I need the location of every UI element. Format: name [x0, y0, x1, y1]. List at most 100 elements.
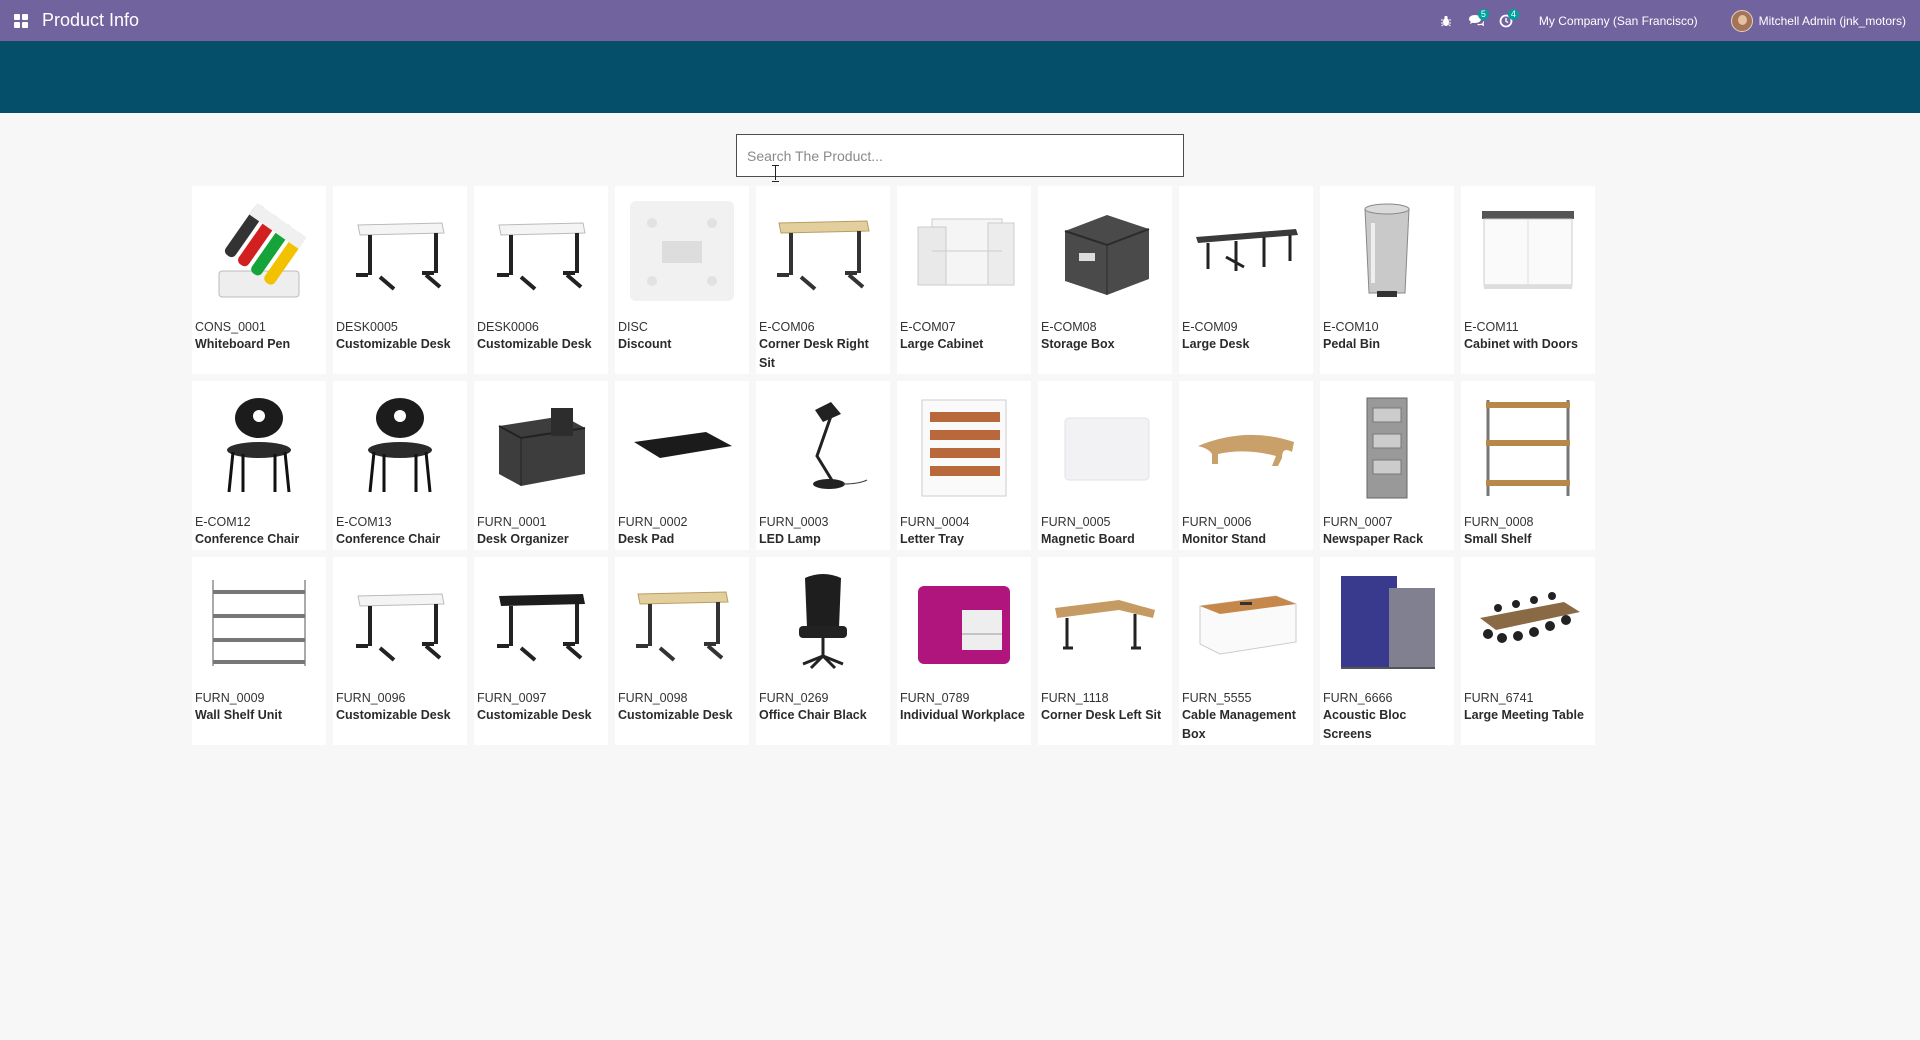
product-name: Office Chair Black [759, 708, 867, 722]
bug-icon[interactable] [1431, 0, 1461, 41]
product-card[interactable]: FURN_6666 Acoustic Bloc Screens [1320, 557, 1454, 745]
product-card[interactable]: FURN_0007 Newspaper Rack [1320, 381, 1454, 550]
product-image [1041, 560, 1169, 684]
systray: 5 4 My Company (San Francisco) Mitchell … [1431, 0, 1920, 41]
product-image [1182, 384, 1310, 508]
product-card[interactable]: DESK0005 Customizable Desk [333, 186, 467, 374]
product-image [1464, 560, 1592, 684]
product-card[interactable]: FURN_0097 Customizable Desk [474, 557, 608, 745]
product-name: Wall Shelf Unit [195, 708, 283, 722]
app-title[interactable]: Product Info [42, 0, 139, 41]
product-card[interactable]: FURN_1118 Corner Desk Left Sit [1038, 557, 1172, 745]
product-code: E-COM12 [195, 515, 251, 529]
product-card[interactable]: E-COM10 Pedal Bin [1320, 186, 1454, 374]
product-image [618, 560, 746, 684]
product-image [1464, 189, 1592, 313]
product-card[interactable]: FURN_0003 LED Lamp [756, 381, 890, 550]
product-name: Customizable Desk [477, 708, 592, 722]
product-card[interactable]: FURN_0009 Wall Shelf Unit [192, 557, 326, 745]
product-image [618, 384, 746, 508]
activities-badge: 4 [1507, 9, 1519, 20]
product-card[interactable]: FURN_0789 Individual Workplace [897, 557, 1031, 745]
product-name: Corner Desk Left Sit [1041, 708, 1162, 722]
company-switcher[interactable]: My Company (San Francisco) [1539, 14, 1698, 28]
user-name: Mitchell Admin (jnk_motors) [1758, 13, 1906, 28]
product-name: Cabinet with Doors [1464, 337, 1578, 351]
product-image [900, 560, 1028, 684]
product-card[interactable]: FURN_5555 Cable Management Box [1179, 557, 1313, 745]
product-name: Large Meeting Table [1464, 708, 1584, 722]
product-card[interactable]: FURN_0008 Small Shelf [1461, 381, 1595, 550]
product-name: Pedal Bin [1323, 337, 1380, 351]
product-row: E-COM12 Conference Chair E-COM13 Conference… [192, 381, 1602, 550]
product-image [195, 189, 323, 313]
text-cursor-icon [772, 165, 780, 182]
user-menu[interactable]: Mitchell Admin (jnk_motors) [1730, 9, 1906, 32]
product-code: FURN_5555 [1182, 691, 1252, 705]
product-code: FURN_0003 [759, 515, 829, 529]
product-code: E-COM06 [759, 320, 815, 334]
product-card[interactable]: FURN_0098 Customizable Desk [615, 557, 749, 745]
product-name: Customizable Desk [336, 337, 451, 351]
product-card[interactable]: FURN_0006 Monitor Stand [1179, 381, 1313, 550]
product-code: FURN_0098 [618, 691, 688, 705]
product-card[interactable]: FURN_0002 Desk Pad [615, 381, 749, 550]
product-code: E-COM08 [1041, 320, 1097, 334]
product-image [195, 384, 323, 508]
product-card[interactable]: FURN_6741 Large Meeting Table [1461, 557, 1595, 745]
product-card[interactable]: E-COM08 Storage Box [1038, 186, 1172, 374]
product-code: FURN_0001 [477, 515, 547, 529]
product-name: Customizable Desk [336, 708, 451, 722]
product-name: Customizable Desk [618, 708, 733, 722]
product-code: DESK0005 [336, 320, 398, 334]
product-code: FURN_0006 [1182, 515, 1252, 529]
clock-icon[interactable]: 4 [1491, 0, 1521, 41]
product-card[interactable]: FURN_0004 Letter Tray [897, 381, 1031, 550]
product-name: Discount [618, 337, 672, 351]
product-card[interactable]: E-COM06 Corner Desk Right Sit [756, 186, 890, 374]
product-card[interactable]: CONS_0001 Whiteboard Pen [192, 186, 326, 374]
product-code: FURN_0009 [195, 691, 265, 705]
product-card[interactable]: E-COM13 Conference Chair [333, 381, 467, 550]
apps-grid-icon[interactable] [0, 0, 42, 41]
product-name: Storage Box [1041, 337, 1115, 351]
product-image [759, 384, 887, 508]
product-image [477, 384, 605, 508]
product-code: FURN_1118 [1041, 691, 1109, 705]
product-image [1041, 189, 1169, 313]
product-image [900, 384, 1028, 508]
product-card[interactable]: FURN_0005 Magnetic Board [1038, 381, 1172, 550]
product-code: FURN_0007 [1323, 515, 1393, 529]
product-card[interactable]: E-COM11 Cabinet with Doors [1461, 186, 1595, 374]
product-name: Large Desk [1182, 337, 1250, 351]
search-input[interactable] [736, 134, 1184, 177]
product-image [1464, 384, 1592, 508]
product-card[interactable]: FURN_0269 Office Chair Black [756, 557, 890, 745]
product-image [618, 189, 746, 313]
product-card[interactable]: FURN_0001 Desk Organizer [474, 381, 608, 550]
product-card[interactable]: FURN_0096 Customizable Desk [333, 557, 467, 745]
product-card[interactable]: DISC Discount [615, 186, 749, 374]
product-name: Small Shelf [1464, 532, 1532, 546]
product-image [1323, 384, 1451, 508]
product-name: Large Cabinet [900, 337, 984, 351]
product-code: FURN_0005 [1041, 515, 1111, 529]
product-code: FURN_0004 [900, 515, 970, 529]
product-image [336, 384, 464, 508]
product-code: FURN_6741 [1464, 691, 1534, 705]
product-name: Acoustic Bloc Screens [1323, 708, 1407, 741]
product-code: DESK0006 [477, 320, 539, 334]
product-code: FURN_0008 [1464, 515, 1534, 529]
product-image [1041, 384, 1169, 508]
product-name: Desk Pad [618, 532, 675, 546]
product-name: Conference Chair [195, 532, 300, 546]
product-code: E-COM09 [1182, 320, 1238, 334]
product-card[interactable]: E-COM07 Large Cabinet [897, 186, 1031, 374]
product-code: FURN_0097 [477, 691, 547, 705]
product-card[interactable]: E-COM12 Conference Chair [192, 381, 326, 550]
chat-icon[interactable]: 5 [1461, 0, 1491, 41]
product-card[interactable]: E-COM09 Large Desk [1179, 186, 1313, 374]
product-code: FURN_0269 [759, 691, 829, 705]
product-image [1323, 560, 1451, 684]
product-card[interactable]: DESK0006 Customizable Desk [474, 186, 608, 374]
